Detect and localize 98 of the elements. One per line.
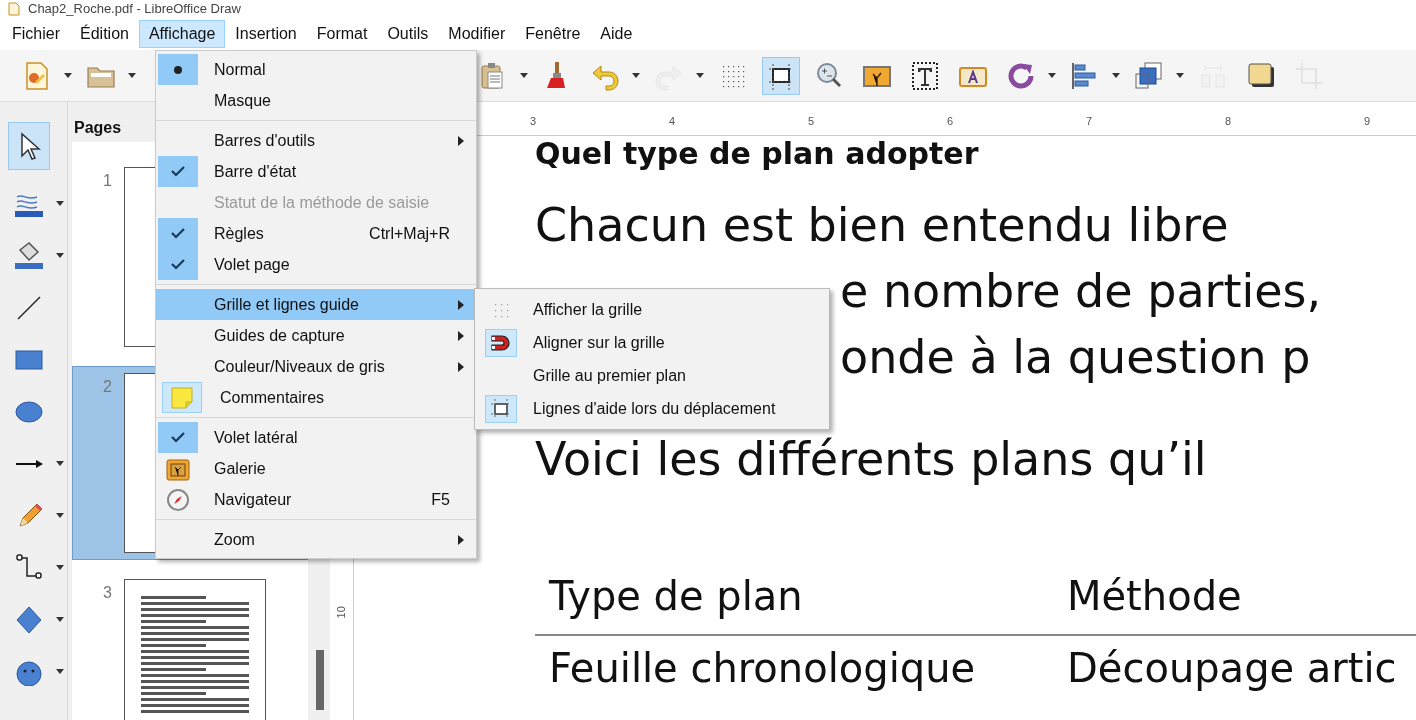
menu-label: Barres d'outils xyxy=(214,130,316,151)
menu-item[interactable]: Aide xyxy=(590,20,643,48)
paragraph-line: e nombre de parties, xyxy=(840,263,1322,320)
menu-entry[interactable]: Galerie xyxy=(156,453,476,484)
menu-item[interactable]: Format xyxy=(306,20,378,48)
dropdown-caret-icon[interactable] xyxy=(632,73,640,78)
menu-label: Masque xyxy=(214,90,272,111)
menu-entry[interactable]: Règles Ctrl+Maj+R xyxy=(156,218,476,249)
ruler-number: 6 xyxy=(947,113,955,129)
menu-entry[interactable]: Couleur/Niveaux de gris xyxy=(156,351,476,382)
dropdown-caret-icon[interactable] xyxy=(128,73,136,78)
check-icon xyxy=(171,228,185,239)
dropdown-caret-icon[interactable] xyxy=(1048,73,1056,78)
shortcut-text: F5 xyxy=(431,489,450,510)
menu-item[interactable]: Fichier xyxy=(2,20,70,48)
menu-entry[interactable]: Lignes d'aide lors du déplacement xyxy=(475,392,829,425)
ruler-number: 4 xyxy=(669,113,677,129)
ruler-number: 5 xyxy=(808,113,816,129)
column-header: Type de plan xyxy=(549,572,804,620)
menu-label: Lignes d'aide lors du déplacement xyxy=(533,398,776,419)
menu-item[interactable]: Insertion xyxy=(225,20,307,48)
ruler-number: 3 xyxy=(530,113,538,129)
menu-entry[interactable]: Barre d'état xyxy=(156,156,476,187)
menu-label: Volet page xyxy=(214,254,291,275)
menu-entry[interactable]: Volet page xyxy=(156,249,476,280)
page-number: 2 xyxy=(103,377,112,397)
menu-entry[interactable]: Navigateur F5 xyxy=(156,484,476,515)
magnet-icon xyxy=(490,333,512,352)
page-number: 1 xyxy=(103,171,112,191)
ruler-number: 7 xyxy=(1086,113,1094,129)
dropdown-caret-icon[interactable] xyxy=(64,73,72,78)
dropdown-caret-icon[interactable] xyxy=(1176,73,1184,78)
menu-entry[interactable]: Commentaires xyxy=(156,382,476,413)
menu-label: Barre d'état xyxy=(214,161,298,182)
menu-label: Statut de la méthode de saisie xyxy=(214,192,431,213)
table-cell: Découpage artic xyxy=(1067,644,1397,692)
page-entry[interactable]: 3 xyxy=(72,572,308,720)
paragraph-line: onde à la question p xyxy=(840,329,1311,386)
menu-label: Guides de capture xyxy=(214,325,346,346)
ruler-number: 10 xyxy=(334,605,349,618)
menu-entry[interactable]: Grille au premier plan xyxy=(475,359,829,392)
menu-label: Normal xyxy=(214,59,267,80)
shortcut-text: Ctrl+Maj+R xyxy=(369,223,450,244)
menu-entry[interactable]: Afficher la grille xyxy=(475,293,829,326)
app-document-icon xyxy=(8,2,20,16)
dropdown-caret-icon[interactable] xyxy=(56,512,64,518)
bullet-icon xyxy=(174,65,182,74)
column-header: Méthode xyxy=(1067,572,1242,620)
menu-label: Commentaires xyxy=(220,387,326,408)
menu-item[interactable]: Affichage xyxy=(138,20,226,48)
menu-label: Galerie xyxy=(214,458,267,479)
dropdown-caret-icon[interactable] xyxy=(1112,73,1120,78)
menu-label: Grille et lignes guide xyxy=(214,294,360,315)
menu-item[interactable]: Fenêtre xyxy=(515,20,591,48)
menu-entry[interactable]: Volet latéral xyxy=(156,422,476,453)
menu-entry[interactable]: Aligner sur la grille xyxy=(475,326,829,359)
menu-label: Grille au premier plan xyxy=(533,365,686,386)
menu-label: Volet latéral xyxy=(214,427,299,448)
check-icon xyxy=(171,259,185,270)
menu-entry[interactable]: Guides de capture xyxy=(156,320,476,351)
check-icon xyxy=(171,166,185,177)
menu-label: Navigateur xyxy=(214,489,293,510)
panel-title: Pages xyxy=(74,118,122,138)
menu-label: Afficher la grille xyxy=(533,299,643,320)
check-icon xyxy=(171,432,185,443)
menu-entry[interactable]: Barres d'outils xyxy=(156,125,476,156)
menu-entry[interactable]: Grille et lignes guide xyxy=(156,289,476,320)
dropdown-caret-icon[interactable] xyxy=(56,668,64,674)
dropdown-caret-icon[interactable] xyxy=(56,200,64,206)
page-number: 3 xyxy=(103,583,112,603)
menu-entry[interactable]: Masque xyxy=(156,85,476,116)
menu-label: Zoom xyxy=(214,529,256,550)
menu-item[interactable]: Édition xyxy=(70,20,139,48)
ruler-number: 9 xyxy=(1364,113,1372,129)
menu-item[interactable]: Outils xyxy=(377,20,439,48)
menu-label: Aligner sur la grille xyxy=(533,332,665,353)
compass-icon xyxy=(166,487,190,512)
helplines-frame-icon[interactable] xyxy=(762,56,800,95)
sticky-note-icon xyxy=(170,385,194,410)
menu-label: Règles xyxy=(214,223,265,244)
paragraph-line: Voici les différents plans qu’il xyxy=(535,431,1207,488)
paragraph-line: Chacun est bien entendu libre xyxy=(535,197,1229,254)
heading: Quel type de plan adopter xyxy=(535,136,980,172)
dropdown-caret-icon[interactable] xyxy=(56,460,64,466)
menu-label: Couleur/Niveaux de gris xyxy=(214,356,386,377)
menu-entry[interactable]: Zoom xyxy=(156,524,476,555)
window-title: Chap2_Roche.pdf - LibreOffice Draw xyxy=(28,1,241,17)
ruler-number: 8 xyxy=(1225,113,1233,129)
dropdown-caret-icon[interactable] xyxy=(56,252,64,258)
dropdown-caret-icon[interactable] xyxy=(56,564,64,570)
menu-entry[interactable]: Normal xyxy=(156,54,476,85)
dropdown-caret-icon[interactable] xyxy=(56,616,64,622)
menu-item[interactable]: Modifier xyxy=(438,20,516,48)
table-cell-text: Feuille chronologique xyxy=(549,644,977,692)
helplines-frame-icon xyxy=(490,397,512,420)
framed-picture-icon xyxy=(166,456,190,481)
pointer-icon[interactable] xyxy=(8,122,50,170)
dropdown-caret-icon[interactable] xyxy=(520,73,528,78)
